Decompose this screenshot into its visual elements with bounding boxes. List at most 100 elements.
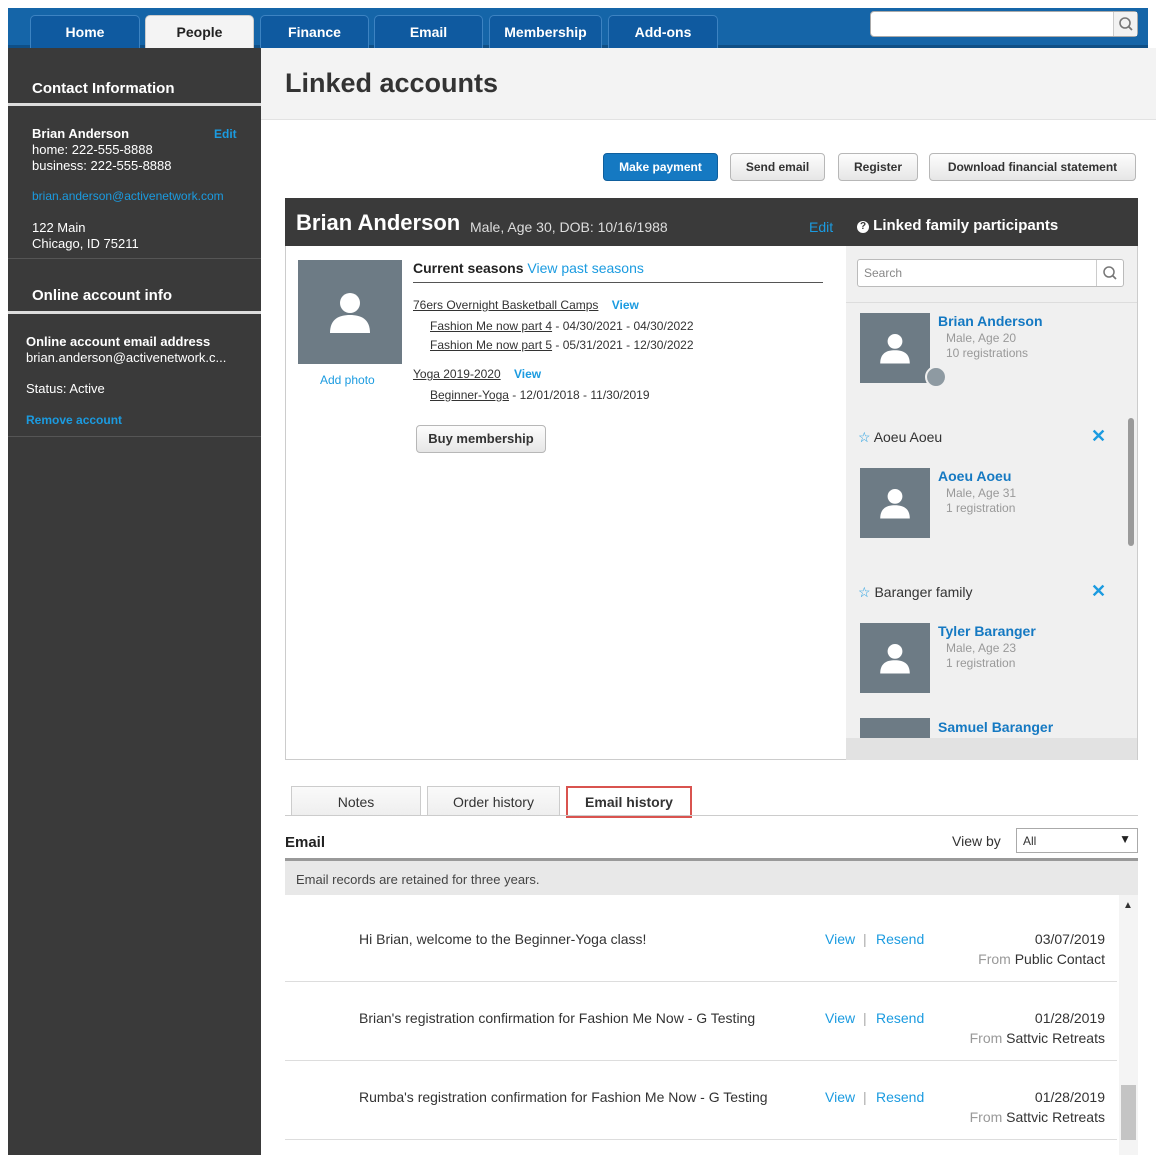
view-past-seasons-link[interactable]: View past seasons	[527, 260, 643, 276]
tab-order-history[interactable]: Order history	[427, 786, 560, 816]
session-item: Fashion Me now part 5 - 05/31/2021 - 12/…	[430, 338, 694, 352]
view-by-select[interactable]: All ▼	[1016, 828, 1138, 853]
divider	[8, 311, 261, 314]
star-icon[interactable]: ☆	[858, 584, 871, 600]
program-name[interactable]: 76ers Overnight Basketball Camps	[413, 298, 598, 312]
search-icon[interactable]	[1113, 12, 1137, 36]
email-from: From Sattvic Retreats	[970, 1030, 1105, 1046]
program-view-link[interactable]: View	[514, 367, 541, 381]
from-sender: Public Contact	[1014, 951, 1105, 967]
separator: |	[863, 1089, 867, 1105]
profile-edit-link[interactable]: Edit	[809, 219, 833, 235]
member-name-link[interactable]: Aoeu Aoeu	[938, 468, 1011, 484]
email-date: 03/07/2019	[1034, 931, 1105, 947]
scrollbar-thumb[interactable]	[1121, 1085, 1136, 1140]
download-financial-statement-button[interactable]: Download financial statement	[929, 153, 1136, 181]
address-line2: Chicago, ID 75211	[32, 236, 139, 251]
contact-email-link[interactable]: brian.anderson@activenetwork.com	[32, 189, 224, 203]
help-icon: ?	[857, 221, 869, 233]
profile-header: Brian Anderson Male, Age 30, DOB: 10/16/…	[285, 198, 1138, 246]
person-icon	[880, 488, 910, 519]
tab-add-ons[interactable]: Add-ons	[608, 15, 718, 49]
send-email-button[interactable]: Send email	[730, 153, 825, 181]
resend-email-link[interactable]: Resend	[876, 1010, 924, 1026]
session-name[interactable]: Fashion Me now part 4	[430, 319, 552, 333]
contact-edit-link[interactable]: Edit	[214, 126, 237, 142]
page-title: Linked accounts	[285, 68, 499, 98]
from-label: From	[978, 951, 1011, 967]
seasons-header: Current seasons View past seasons	[413, 260, 644, 276]
home-phone: home: 222-555-8888	[32, 142, 153, 157]
email-row: Brian's registration confirmation for Fa…	[285, 982, 1117, 1061]
email-from: From Public Contact	[978, 951, 1105, 967]
online-email-label: Online account email address	[26, 334, 211, 349]
divider	[285, 815, 1138, 816]
separator: |	[863, 1010, 867, 1026]
session-item: Beginner-Yoga - 12/01/2018 - 11/30/2019	[430, 388, 650, 402]
session-dates: - 12/01/2018 - 11/30/2019	[508, 388, 650, 402]
online-email-value: brian.anderson@activenetwork.c...	[26, 350, 227, 365]
tab-home[interactable]: Home	[30, 15, 140, 49]
family-group-name: Baranger family	[874, 584, 973, 600]
email-from: From Sattvic Retreats	[970, 1109, 1105, 1125]
divider	[413, 282, 823, 283]
view-email-link[interactable]: View	[825, 931, 855, 947]
tab-people[interactable]: People	[145, 15, 254, 49]
online-account-header: Online account info	[32, 287, 173, 304]
member-info: Male, Age 23	[946, 641, 1017, 655]
contact-name: Brian Anderson	[32, 126, 130, 141]
session-name[interactable]: Beginner-Yoga	[430, 388, 509, 402]
member-info: Male, Age 31	[946, 486, 1017, 500]
member-name-link[interactable]: Tyler Baranger	[938, 623, 1036, 639]
register-button[interactable]: Register	[838, 153, 918, 181]
tab-email[interactable]: Email	[374, 15, 483, 49]
member-name-link[interactable]: Brian Anderson	[938, 313, 1043, 329]
profile-name: Brian Anderson	[296, 210, 461, 235]
panel-footer	[846, 738, 1137, 760]
profile-photo	[298, 260, 402, 364]
divider	[8, 436, 261, 437]
member-avatar	[860, 468, 930, 538]
contact-info-header: Contact Information	[32, 80, 175, 97]
add-photo-link[interactable]: Add photo	[320, 373, 375, 387]
tab-membership[interactable]: Membership	[489, 15, 602, 49]
member-registrations: 1 registration	[946, 501, 1016, 515]
scroll-up-icon[interactable]: ▲	[1123, 900, 1133, 911]
tab-notes[interactable]: Notes	[291, 786, 421, 816]
member-avatar	[860, 718, 930, 738]
email-scrollbar[interactable]: ▲	[1119, 895, 1138, 1155]
search-icon[interactable]	[1096, 260, 1123, 286]
buy-membership-button[interactable]: Buy membership	[416, 425, 546, 453]
program-item: Yoga 2019-2020 View	[413, 367, 541, 381]
family-scrollbar[interactable]	[1128, 418, 1134, 546]
session-dates: - 05/31/2021 - 12/30/2022	[552, 338, 694, 352]
resend-email-link[interactable]: Resend	[876, 931, 924, 947]
make-payment-button[interactable]: Make payment	[603, 153, 718, 181]
from-label: From	[969, 1109, 1003, 1125]
tab-finance[interactable]: Finance	[260, 15, 369, 49]
view-by-label: View by	[952, 833, 1001, 849]
family-group-name: Aoeu Aoeu	[873, 429, 943, 445]
member-info: Male, Age 20	[946, 331, 1017, 345]
remove-account-link[interactable]: Remove account	[26, 413, 122, 427]
program-name[interactable]: Yoga 2019-2020	[413, 367, 501, 381]
member-name-link[interactable]: Samuel Baranger	[938, 719, 1053, 735]
account-status: Status: Active	[26, 381, 105, 396]
member-registrations: 10 registrations	[946, 346, 1029, 360]
session-name[interactable]: Fashion Me now part 5	[430, 338, 552, 352]
global-search-input[interactable]	[870, 11, 1138, 37]
star-icon[interactable]: ☆	[858, 429, 871, 445]
program-view-link[interactable]: View	[612, 298, 639, 312]
family-search-input[interactable]: Search	[857, 259, 1124, 287]
session-item: Fashion Me now part 4 - 04/30/2021 - 04/…	[430, 319, 694, 333]
view-email-link[interactable]: View	[825, 1010, 855, 1026]
email-date: 01/28/2019	[1034, 1089, 1105, 1105]
linked-family-label: Linked family participants	[873, 217, 1059, 234]
tab-email-history[interactable]: Email history	[566, 786, 692, 818]
current-seasons-label: Current seasons	[413, 260, 524, 276]
close-icon[interactable]: ✕	[1091, 581, 1106, 602]
resend-email-link[interactable]: Resend	[876, 1089, 924, 1105]
view-email-link[interactable]: View	[825, 1089, 855, 1105]
person-icon	[880, 333, 910, 364]
close-icon[interactable]: ✕	[1091, 426, 1106, 447]
